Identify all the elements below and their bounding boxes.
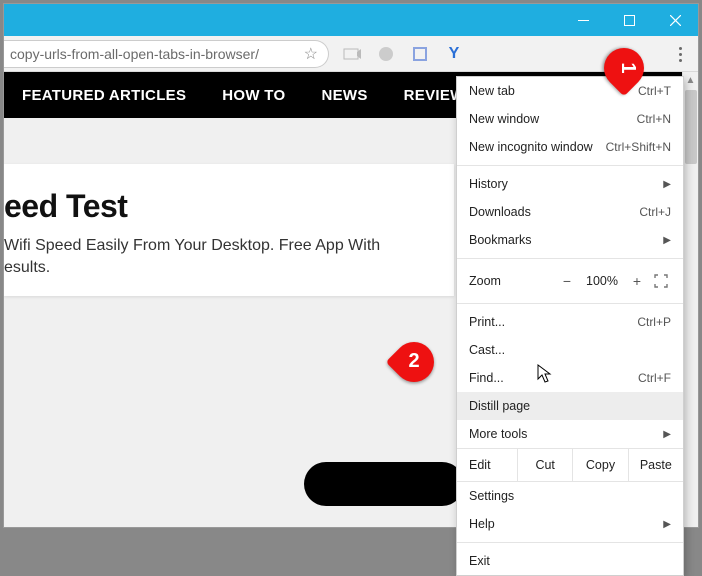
scroll-thumb[interactable] [685,90,697,164]
menu-edit-label: Edit [457,449,517,481]
zoom-out-button[interactable]: − [555,273,579,289]
extension-icons: Y [343,45,463,63]
menu-exit[interactable]: Exit [457,547,683,575]
article-panel: eed Test Wifi Speed Easily From Your Des… [4,164,454,296]
chevron-right-icon: ▶ [663,519,671,530]
menu-history[interactable]: History▶ [457,170,683,198]
chevron-right-icon: ▶ [663,179,671,190]
address-bar: copy-urls-from-all-open-tabs-in-browser/… [4,36,698,72]
close-button[interactable] [652,5,698,35]
menu-paste[interactable]: Paste [628,449,683,481]
menu-find[interactable]: Find...Ctrl+F [457,364,683,392]
menu-help[interactable]: Help▶ [457,510,683,538]
url-text: copy-urls-from-all-open-tabs-in-browser/ [10,46,259,62]
menu-separator [457,542,683,543]
menu-new-window[interactable]: New windowCtrl+N [457,105,683,133]
cursor-icon [537,364,553,387]
menu-separator [457,258,683,259]
minimize-button[interactable] [560,5,606,35]
subtext: Wifi Speed Easily From Your Desktop. Fre… [4,235,434,278]
chrome-menu: New tabCtrl+T New windowCtrl+N New incog… [456,76,684,576]
titlebar [4,4,698,36]
chrome-menu-button[interactable] [670,44,690,64]
menu-cast[interactable]: Cast... [457,336,683,364]
scroll-up-icon[interactable]: ▲ [683,72,698,88]
menu-separator [457,165,683,166]
menu-new-tab[interactable]: New tabCtrl+T [457,77,683,105]
headline: eed Test [4,188,434,225]
browser-window: copy-urls-from-all-open-tabs-in-browser/… [3,3,699,528]
chevron-right-icon: ▶ [663,235,671,246]
menu-bookmarks[interactable]: Bookmarks▶ [457,226,683,254]
cta-button[interactable] [304,462,464,506]
menu-separator [457,303,683,304]
menu-cut[interactable]: Cut [517,449,572,481]
menu-edit-row: Edit Cut Copy Paste [457,448,683,482]
chevron-right-icon: ▶ [663,429,671,440]
zoom-in-button[interactable]: + [625,273,649,289]
menu-print[interactable]: Print...Ctrl+P [457,308,683,336]
extension-icon[interactable] [377,45,395,63]
menu-settings[interactable]: Settings [457,482,683,510]
zoom-percent: 100% [579,274,625,288]
url-field[interactable]: copy-urls-from-all-open-tabs-in-browser/… [4,40,329,68]
maximize-button[interactable] [606,5,652,35]
extension-icon[interactable] [343,45,361,63]
menu-more-tools[interactable]: More tools▶ [457,420,683,448]
nav-item[interactable]: FEATURED ARTICLES [4,87,204,104]
bookmark-star-icon[interactable]: ☆ [304,44,318,64]
nav-item[interactable]: NEWS [303,87,385,104]
menu-distill-page[interactable]: Distill page [457,392,683,420]
menu-zoom: Zoom − 100% + [457,263,683,299]
menu-new-incognito[interactable]: New incognito windowCtrl+Shift+N [457,133,683,161]
scrollbar[interactable]: ▲ [682,72,698,527]
extension-icon[interactable] [411,45,429,63]
menu-downloads[interactable]: DownloadsCtrl+J [457,198,683,226]
menu-copy[interactable]: Copy [572,449,627,481]
nav-item[interactable]: HOW TO [204,87,303,104]
extension-icon[interactable]: Y [445,45,463,63]
fullscreen-button[interactable] [649,272,673,290]
